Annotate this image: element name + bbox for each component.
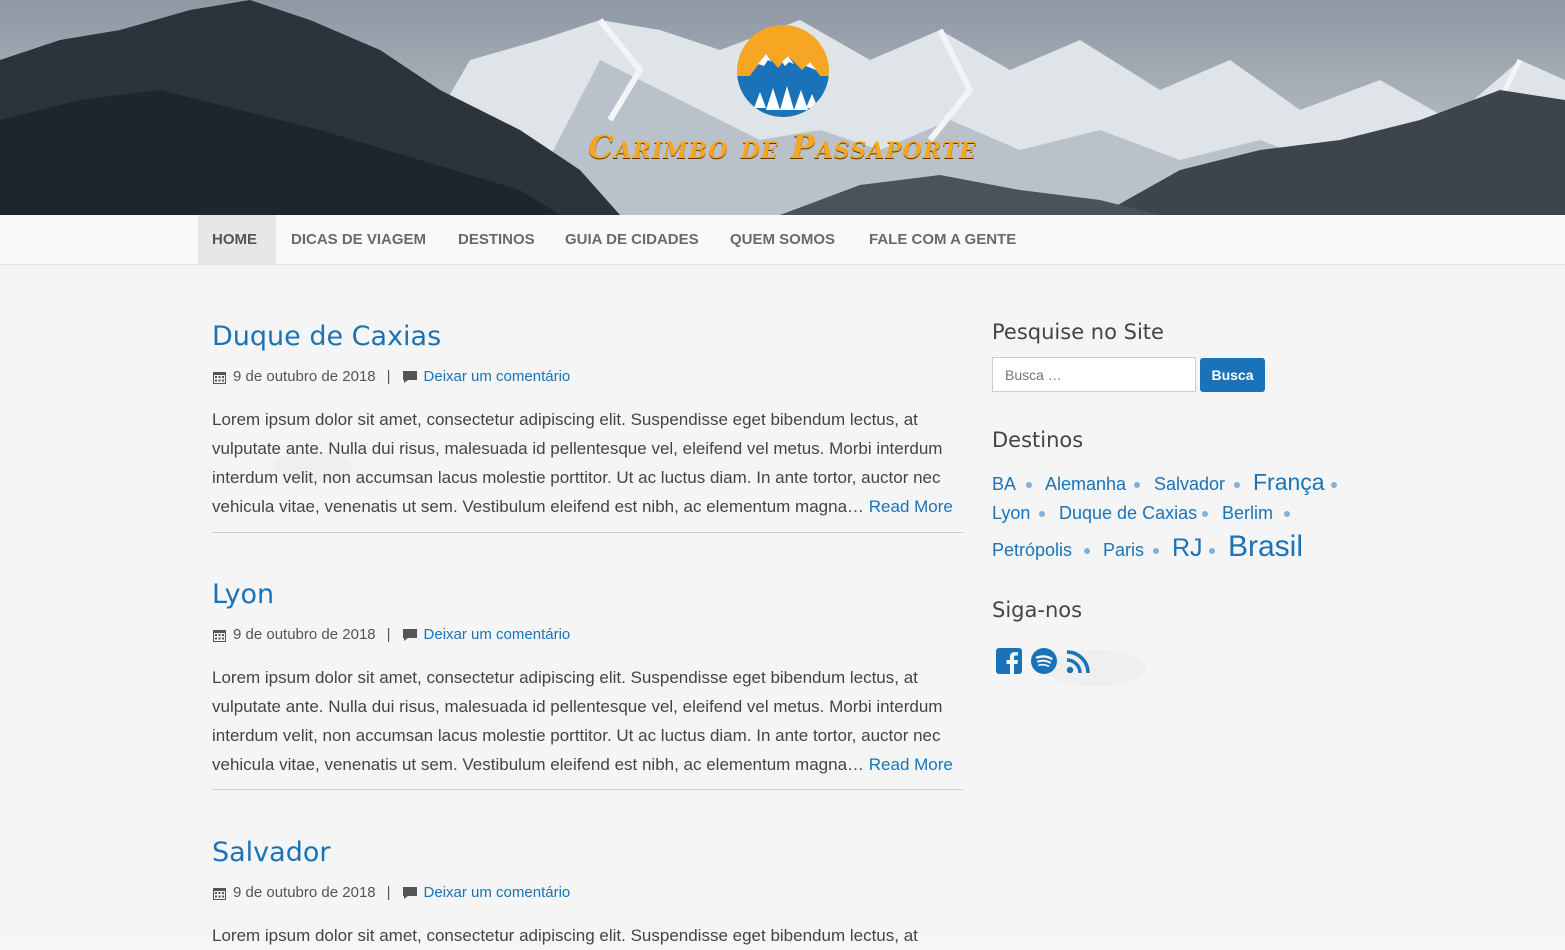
site-logo[interactable]: [736, 24, 830, 118]
post-date: 9 de outubro de 2018: [233, 626, 376, 643]
post-title[interactable]: Duque de Caxias: [212, 320, 963, 354]
tags-widget-title: Destinos: [992, 428, 1084, 452]
post-excerpt-text: Lorem ipsum dolor sit amet, consectetur …: [212, 668, 943, 774]
tag-link[interactable]: Alemanha: [1045, 474, 1126, 495]
post-date: 9 de outubro de 2018: [233, 884, 376, 901]
nav-item-fale-com-a-gente[interactable]: FALE COM A GENTE: [855, 215, 1030, 264]
tag-separator-dot: [1209, 548, 1215, 554]
tag-link[interactable]: Paris: [1103, 540, 1144, 561]
meta-separator: |: [386, 626, 391, 643]
tag-link[interactable]: Lyon: [992, 503, 1030, 524]
nav-item-dicas-de-viagem[interactable]: DICAS DE VIAGEM: [277, 215, 440, 264]
tag-separator-dot: [1153, 548, 1159, 554]
comment-link[interactable]: Deixar um comentário: [424, 626, 571, 643]
tag-link[interactable]: RJ: [1172, 534, 1203, 563]
post-excerpt: Lorem ipsum dolor sit amet, consectetur …: [212, 921, 963, 950]
post-meta: 9 de outubro de 2018 | Deixar um comentári…: [212, 883, 963, 903]
tag-link[interactable]: Salvador: [1154, 474, 1225, 495]
post-divider: [212, 789, 963, 790]
nav-item-destinos[interactable]: DESTINOS: [444, 215, 549, 264]
meta-separator: |: [386, 884, 391, 901]
nav-item-quem-somos[interactable]: QUEM SOMOS: [716, 215, 849, 264]
post-title[interactable]: Lyon: [212, 578, 963, 612]
post-article: Salvador 9 de outubro de 2018 | Deixar um …: [212, 836, 963, 950]
tag-separator-dot: [1084, 548, 1090, 554]
comment-icon: [402, 887, 417, 900]
search-widget-title: Pesquise no Site: [992, 320, 1164, 344]
rss-icon[interactable]: [1064, 646, 1094, 676]
tag-separator-dot: [1234, 482, 1240, 488]
tag-separator-dot: [1026, 482, 1032, 488]
calendar-icon: [213, 629, 226, 642]
site-title[interactable]: Carimbo de Passaporte: [0, 128, 1565, 166]
tag-separator-dot: [1134, 482, 1140, 488]
comment-link[interactable]: Deixar um comentário: [424, 884, 571, 901]
post-meta: 9 de outubro de 2018 | Deixar um comentári…: [212, 625, 963, 645]
nav-item-guia-de-cidades[interactable]: GUIA DE CIDADES: [551, 215, 713, 264]
tag-separator-dot: [1039, 511, 1045, 517]
tag-separator-dot: [1284, 511, 1290, 517]
post-excerpt-text: Lorem ipsum dolor sit amet, consectetur …: [212, 926, 918, 945]
post-meta: 9 de outubro de 2018 | Deixar um comentári…: [212, 367, 963, 387]
tag-link[interactable]: Petrópolis: [992, 540, 1072, 561]
post-date: 9 de outubro de 2018: [233, 368, 376, 385]
comment-icon: [402, 371, 417, 384]
meta-separator: |: [386, 368, 391, 385]
calendar-icon: [213, 371, 226, 384]
tag-link[interactable]: BA: [992, 474, 1016, 495]
post-article: Lyon 9 de outubro de 2018 | Deixar um come…: [212, 578, 963, 779]
post-divider: [212, 532, 963, 533]
tag-link[interactable]: Berlim: [1222, 503, 1273, 524]
main-nav: HOME DICAS DE VIAGEM DESTINOS GUIA DE CI…: [0, 215, 1565, 265]
read-more-link[interactable]: Read More: [869, 755, 953, 774]
comment-link[interactable]: Deixar um comentário: [424, 368, 571, 385]
search-input[interactable]: [992, 357, 1196, 392]
tag-link[interactable]: França: [1253, 469, 1325, 496]
facebook-icon[interactable]: [994, 646, 1024, 676]
tag-link[interactable]: Brasil: [1228, 530, 1303, 564]
spotify-icon[interactable]: [1029, 646, 1059, 676]
post-title[interactable]: Salvador: [212, 836, 963, 870]
tag-separator-dot: [1202, 511, 1208, 517]
read-more-link[interactable]: Read More: [869, 497, 953, 516]
tag-separator-dot: [1331, 482, 1337, 488]
post-article: Duque de Caxias 9 de outubro de 2018 | Dei…: [212, 320, 963, 521]
search-button[interactable]: Busca: [1200, 358, 1265, 392]
calendar-icon: [213, 887, 226, 900]
site-header: Carimbo de Passaporte: [0, 0, 1565, 215]
post-excerpt: Lorem ipsum dolor sit amet, consectetur …: [212, 405, 963, 521]
post-excerpt: Lorem ipsum dolor sit amet, consectetur …: [212, 663, 963, 779]
post-excerpt-text: Lorem ipsum dolor sit amet, consectetur …: [212, 410, 943, 516]
tag-link[interactable]: Duque de Caxias: [1059, 503, 1197, 524]
nav-item-home[interactable]: HOME: [198, 215, 276, 264]
comment-icon: [402, 629, 417, 642]
social-widget-title: Siga-nos: [992, 598, 1083, 622]
